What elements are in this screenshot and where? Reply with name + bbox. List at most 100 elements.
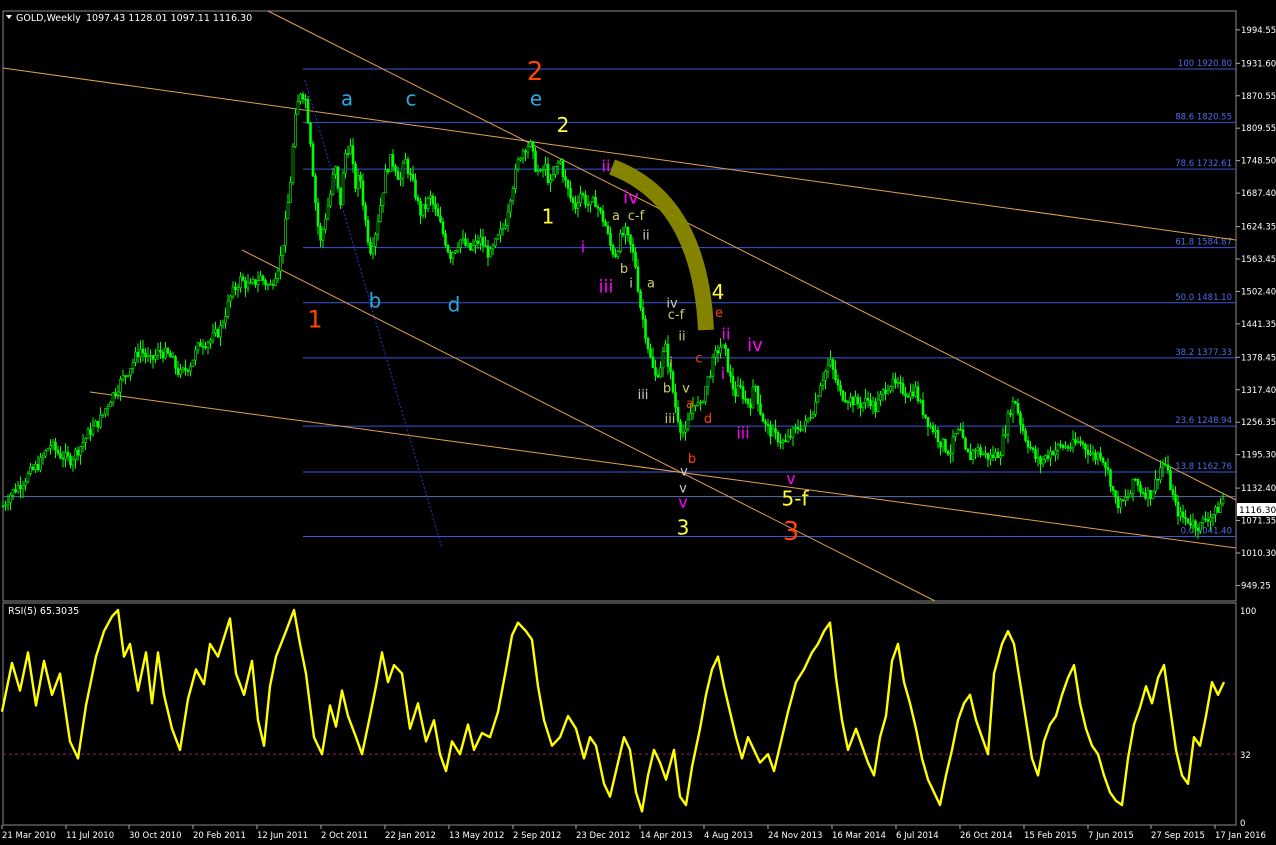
candle-body: [729, 371, 732, 377]
candle-body: [466, 242, 470, 246]
gold-weekly-chart[interactable]: 100 1920.80 88.6 1820.55 78.6 1732.61 61.8 …: [0, 0, 1276, 845]
candle-body: [746, 398, 750, 405]
time-tick-label: 26 Oct 2014: [960, 831, 1013, 841]
candle-body: [989, 454, 992, 460]
candle-body: [294, 113, 297, 147]
candle-body: [1039, 456, 1042, 465]
time-tick-label: 12 Jun 2011: [257, 831, 308, 841]
candle-body: [359, 174, 362, 182]
candle-body: [1019, 412, 1022, 425]
candle-body: [929, 425, 932, 428]
candle-body: [281, 245, 285, 256]
candle-body: [961, 429, 965, 439]
wave-label: b: [620, 262, 628, 277]
candle-body: [516, 159, 520, 170]
candle-body: [944, 438, 947, 452]
wave-label: iii: [736, 423, 749, 442]
candle-body: [1214, 506, 1217, 515]
candle-body: [719, 346, 722, 354]
candle-body: [811, 413, 815, 418]
candle-body: [859, 403, 862, 408]
candle-body: [521, 150, 525, 159]
candle-body: [99, 415, 102, 428]
time-tick-label: 4 Aug 2013: [704, 831, 753, 841]
candle-body: [564, 176, 567, 181]
candle-body: [816, 395, 820, 403]
candle-body: [189, 366, 192, 372]
wave-label: d: [448, 292, 461, 316]
candle-body: [354, 163, 357, 189]
candle-body: [1016, 403, 1020, 414]
candle-body: [1034, 449, 1037, 460]
candle-body: [901, 383, 905, 394]
time-tick-label: 2 Sep 2012: [513, 831, 561, 841]
candle-body: [334, 166, 337, 175]
candle-body: [389, 154, 392, 173]
time-tick-label: 7 Jun 2015: [1088, 831, 1134, 841]
candle-body: [386, 169, 390, 173]
candle-body: [469, 242, 472, 251]
candle-body: [1154, 478, 1157, 492]
candle-body: [464, 238, 467, 246]
candle-body: [391, 154, 395, 167]
candle-body: [49, 445, 52, 449]
candle-body: [624, 226, 627, 236]
candle-body: [284, 218, 287, 246]
candle-body: [839, 384, 842, 392]
candle-body: [756, 385, 760, 404]
candle-body: [771, 428, 775, 437]
candle-body: [991, 454, 995, 458]
candle-body: [554, 166, 557, 176]
candle-body: [351, 145, 355, 165]
candle-body: [176, 367, 180, 375]
candle-body: [831, 359, 835, 370]
candle-body: [534, 150, 537, 172]
candle-body: [549, 179, 552, 183]
candle-body: [976, 447, 980, 451]
current-price-tag: 1116.30: [1237, 503, 1276, 516]
candle-body: [304, 98, 307, 101]
candle-body: [744, 398, 747, 401]
rsi-tick-label: 32: [1240, 751, 1251, 761]
candle-body: [54, 441, 57, 451]
wave-label: c: [695, 351, 702, 366]
candle-body: [91, 425, 95, 435]
candle-body: [259, 275, 262, 281]
candle-body: [244, 280, 247, 289]
time-tick-label: 21 Mar 2010: [2, 831, 56, 841]
price-tick-label: 1994.55: [1241, 26, 1276, 36]
candle-body: [1081, 442, 1085, 445]
wave-label: 1: [307, 305, 322, 333]
candle-body: [951, 436, 955, 454]
time-tick-label: 15 Feb 2015: [1024, 831, 1077, 841]
candle-body: [201, 346, 205, 348]
candle-body: [569, 188, 572, 199]
candle-body: [1209, 517, 1212, 522]
candle-body: [846, 401, 850, 404]
candle-body: [159, 350, 162, 353]
candle-body: [1059, 444, 1062, 446]
candle-body: [186, 369, 190, 372]
candle-body: [699, 401, 702, 404]
candle-body: [1131, 479, 1135, 494]
candle-body: [1114, 490, 1117, 498]
candle-body: [374, 234, 377, 247]
candle-body: [216, 329, 220, 338]
candle-body: [499, 228, 502, 236]
candle-body: [1109, 469, 1112, 487]
candle-body: [119, 379, 122, 393]
candle-body: [1156, 478, 1160, 481]
price-tick-label: 1317.40: [1241, 386, 1276, 396]
candle-body: [279, 255, 282, 272]
candle-body: [726, 348, 730, 373]
candle-body: [764, 421, 767, 425]
candle-body: [979, 447, 982, 455]
candle-body: [594, 197, 597, 207]
wave-label: iii: [598, 277, 613, 298]
candle-body: [501, 227, 505, 230]
candle-body: [111, 392, 115, 403]
candle-body: [754, 385, 757, 388]
candle-body: [546, 163, 550, 183]
candle-body: [879, 394, 882, 401]
candle-body: [1029, 446, 1032, 449]
